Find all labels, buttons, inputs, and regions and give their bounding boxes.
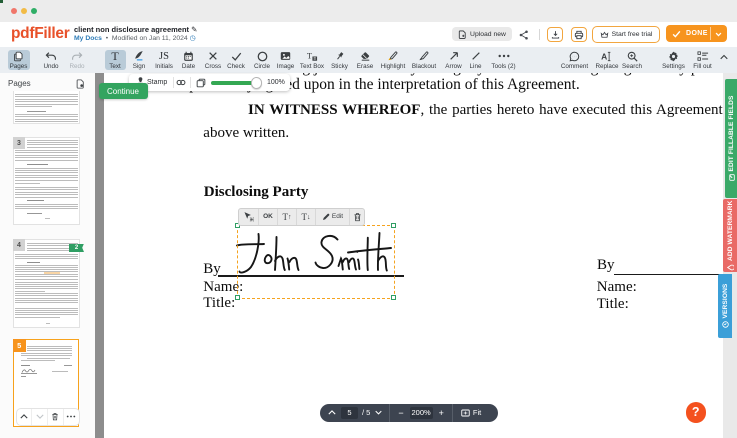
svg-text:T: T [307,51,313,61]
svg-text:A: A [601,51,607,61]
